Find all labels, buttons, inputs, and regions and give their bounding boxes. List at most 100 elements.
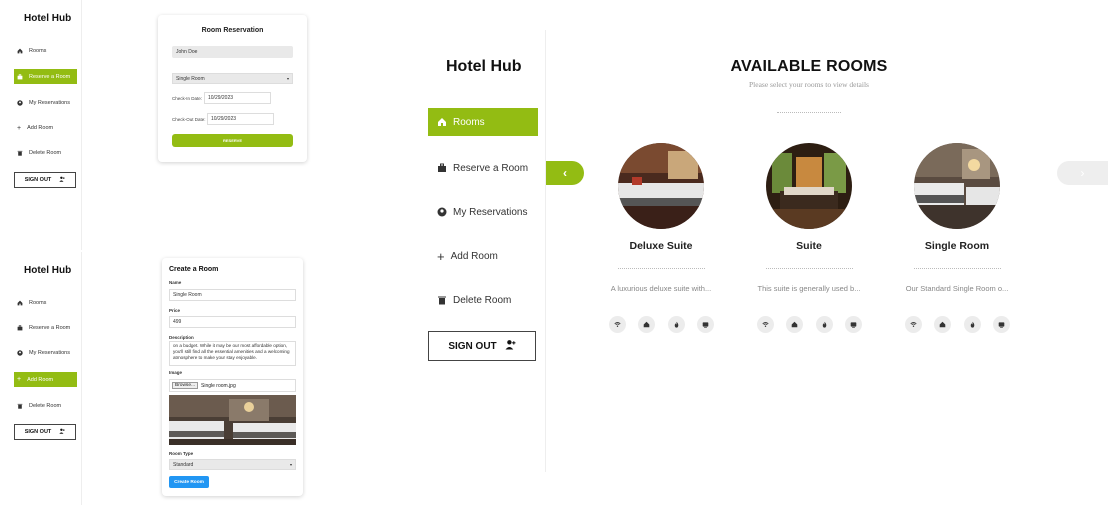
wifi-icon	[905, 316, 922, 333]
chevron-down-icon: ▾	[286, 76, 289, 81]
tv-icon	[696, 316, 714, 333]
room-name-input[interactable]: Single Room	[169, 289, 296, 301]
room-card[interactable]: Single Room Our Standard Single Room o..…	[893, 140, 1021, 340]
tv-icon	[844, 316, 862, 333]
room-description: Our Standard Single Room o...	[905, 284, 1009, 293]
checkout-date-input[interactable]: 10/29/2023	[207, 113, 274, 125]
sidebar-item-delete-room[interactable]: Delete Room	[14, 146, 77, 160]
room-select[interactable]: Single Room ▾	[172, 73, 293, 84]
sidebar-small-reserve: Hotel Hub Rooms Reserve a Room My Reserv…	[0, 0, 82, 250]
room-description: This suite is generally used b...	[757, 284, 861, 293]
sidebar-item-label: Reserve a Room	[29, 73, 71, 80]
trash-icon	[17, 150, 23, 156]
sign-out-button[interactable]: SIGN OUT	[428, 331, 536, 361]
create-room-button[interactable]: Create Room	[169, 476, 209, 488]
sidebar-item-add-room[interactable]: + Add Room	[428, 242, 538, 270]
name-label: Name	[169, 280, 182, 285]
room-divider	[914, 268, 1001, 269]
sidebar-item-reserve[interactable]: Reserve a Room	[428, 154, 538, 182]
checkin-date-input[interactable]: 10/29/2023	[204, 92, 271, 104]
room-type-label: Room Type	[169, 451, 194, 456]
sidebar-item-add-room[interactable]: + Add Room	[14, 372, 77, 387]
sidebar-item-label: Add Room	[27, 376, 54, 383]
room-card[interactable]: Deluxe Suite A luxurious deluxe suite wi…	[597, 140, 725, 340]
home-icon	[934, 316, 952, 333]
sign-out-button[interactable]: SIGN OUT	[14, 424, 76, 440]
room-select-value: Single Room	[176, 75, 205, 82]
plus-icon: +	[437, 248, 445, 264]
sidebar-item-delete-room[interactable]: Delete Room	[14, 399, 77, 413]
fire-icon	[815, 316, 833, 333]
sidebar-item-my-reservations[interactable]: My Reservations	[14, 96, 77, 110]
room-type-value: Standard	[173, 461, 194, 468]
sidebar-small-add-room: Hotel Hub Rooms Reserve a Room My Reserv…	[0, 252, 82, 505]
sidebar-item-label: My Reservations	[29, 350, 70, 356]
room-divider	[618, 268, 705, 269]
checkout-label: Check-Out Date:	[172, 117, 206, 122]
room-name: Deluxe Suite	[629, 240, 693, 252]
brand-logo: Hotel Hub	[24, 265, 72, 276]
home-icon	[17, 300, 23, 306]
user-plus-icon	[505, 339, 516, 353]
next-arrow-button[interactable]: ›	[1057, 161, 1108, 185]
brand-logo: Hotel Hub	[24, 13, 72, 24]
suitcase-icon	[437, 163, 447, 173]
room-type-select[interactable]: Standard ▾	[169, 459, 296, 470]
price-input[interactable]: 499	[169, 316, 296, 328]
reservation-title: Room Reservation	[201, 27, 264, 34]
sidebar-item-label: Add Room	[450, 250, 498, 262]
sidebar-item-my-reservations[interactable]: My Reservations	[428, 198, 538, 226]
browse-button[interactable]: Browse...	[172, 382, 198, 389]
user-circle-icon	[437, 207, 447, 217]
sidebar-item-reserve[interactable]: Reserve a Room	[14, 321, 77, 335]
sidebar-item-my-reservations[interactable]: My Reservations	[14, 346, 77, 360]
description-textarea[interactable]: on a budget. While it may be our most af…	[169, 341, 296, 366]
price-label: Price	[169, 308, 181, 313]
sidebar-item-label: Reserve a Room	[29, 325, 71, 331]
sidebar-item-delete-room[interactable]: Delete Room	[428, 286, 538, 314]
suitcase-icon	[17, 325, 23, 331]
name-field[interactable]: John Doe	[172, 46, 293, 58]
sidebar-item-rooms[interactable]: Rooms	[428, 108, 538, 136]
sidebar-item-rooms[interactable]: Rooms	[14, 296, 77, 310]
room-card[interactable]: Suite This suite is generally used b...	[745, 140, 873, 340]
room-description: A luxurious deluxe suite with...	[610, 284, 712, 293]
room-image	[766, 143, 852, 229]
user-circle-icon	[17, 100, 23, 106]
sidebar-item-reserve[interactable]: Reserve a Room	[14, 69, 77, 84]
room-image	[914, 143, 1000, 229]
home-icon	[638, 316, 656, 333]
file-name: Single room.jpg	[201, 382, 236, 389]
sidebar-item-label: Rooms	[29, 300, 47, 306]
plus-icon: +	[17, 124, 22, 132]
wifi-icon	[757, 316, 774, 333]
user-plus-icon	[59, 428, 65, 436]
sidebar-item-label: Delete Room	[29, 150, 62, 156]
amenities-row	[609, 316, 714, 333]
sidebar-item-label: Add Room	[27, 125, 54, 131]
prev-arrow-button[interactable]: ‹	[546, 161, 584, 185]
amenities-row	[757, 316, 862, 333]
sidebar-item-label: My Reservations	[453, 206, 528, 218]
reserve-submit-button[interactable]: RESERVE	[172, 134, 293, 147]
sidebar-item-add-room[interactable]: + Add Room	[14, 121, 77, 135]
rooms-main: AVAILABLE ROOMS Please select your rooms…	[546, 0, 1108, 505]
fire-icon	[667, 316, 685, 333]
brand-logo: Hotel Hub	[446, 58, 522, 75]
sidebar-item-rooms[interactable]: Rooms	[14, 44, 77, 58]
amenities-row	[905, 316, 1010, 333]
home-icon	[17, 48, 23, 54]
file-input[interactable]: Browse... Single room.jpg	[169, 379, 296, 392]
wifi-icon	[609, 316, 626, 333]
plus-icon: +	[17, 376, 22, 383]
suitcase-icon	[17, 73, 23, 80]
room-name: Single Room	[924, 240, 990, 252]
sign-out-button[interactable]: SIGN OUT	[14, 172, 76, 188]
room-name: Suite	[796, 240, 822, 252]
title-divider	[777, 112, 841, 113]
create-room-title: Create a Room	[169, 266, 219, 273]
checkin-label: Check-In Date:	[172, 96, 203, 101]
sidebar-item-label: Delete Room	[29, 403, 62, 409]
fire-icon	[963, 316, 981, 333]
sidebar-large: Hotel Hub Rooms Reserve a Room My Reserv…	[424, 30, 546, 472]
